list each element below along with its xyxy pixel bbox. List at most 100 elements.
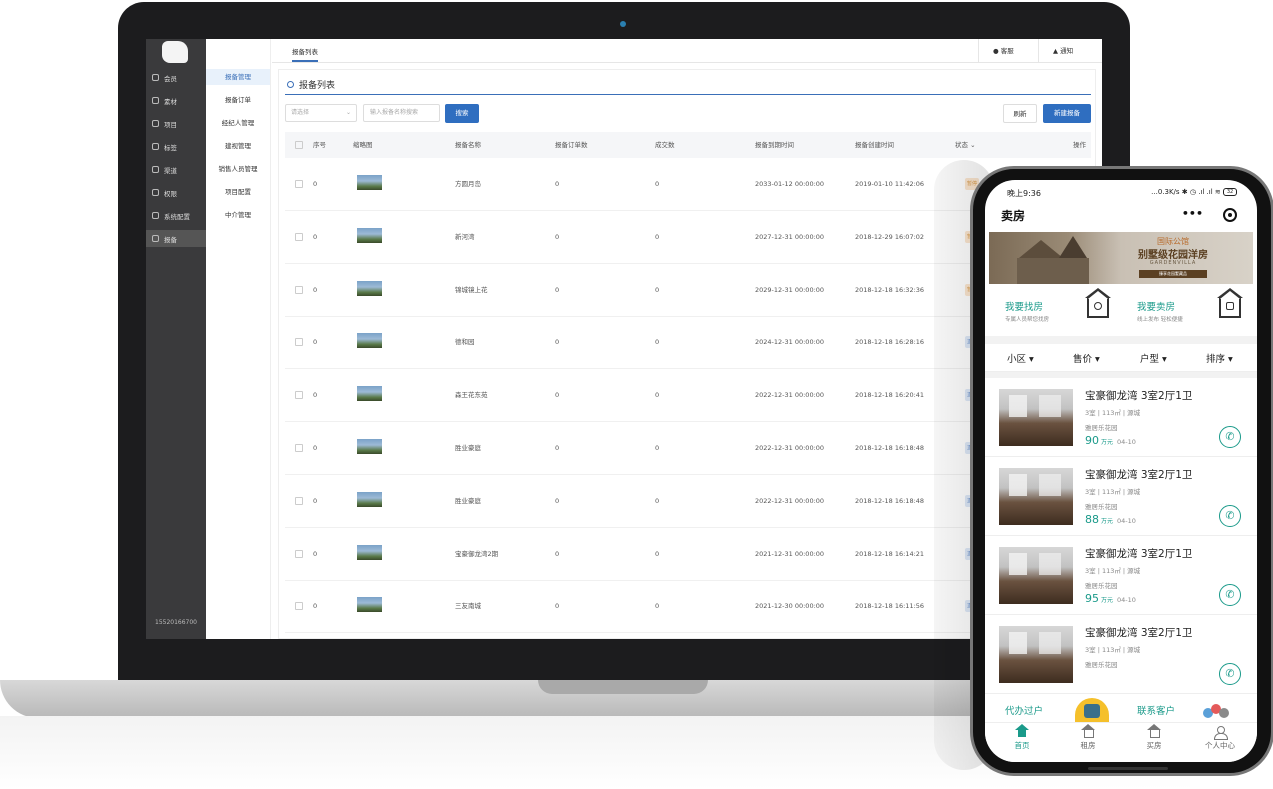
subnav-item-0[interactable]: 报备管理 [206,69,270,85]
cell-expire: 2021-12-31 00:00:00 [755,549,825,558]
transfer-link[interactable]: 代办过户 [1005,703,1043,717]
service-label: 客服 [1000,47,1014,55]
row-checkbox[interactable] [295,180,303,188]
refresh-button[interactable]: 刷新 [1003,104,1037,123]
listing-price: 88 万元 04-10 [1085,513,1136,526]
subnav-item-6[interactable]: 中介管理 [206,207,270,223]
col-thumb: 缩略图 [353,141,373,149]
promo-banner[interactable]: 国际公馆 别墅级花园洋房 GARDENVILLA 臻享花园墅藏品 [989,232,1253,284]
banner-line4: 臻享花园墅藏品 [1139,270,1207,278]
create-report-button[interactable]: 新建报备 [1043,104,1091,123]
service-button[interactable]: ● 客服 [978,39,1028,63]
user-icon [1214,726,1228,740]
notify-label: 通知 [1060,47,1074,55]
row-checkbox[interactable] [295,444,303,452]
status-select[interactable]: 请选择 ⌄ [285,104,357,122]
cell-deals: 0 [655,444,660,452]
cell-index: 0 [313,602,318,611]
home-icon [1015,724,1029,738]
cell-index: 0 [313,338,318,347]
subnav-item-4[interactable]: 销售人员管理 [206,161,270,177]
cell-index: 0 [313,549,318,558]
row-checkbox[interactable] [295,391,303,400]
status-network: ...0.3K/s ✱ ◷ .ıl .ıl ≋ [1151,188,1221,196]
sidebar-item-4[interactable]: 渠道 [146,161,206,178]
sidebar-item-5[interactable]: 权限 [146,184,206,201]
row-thumbnail [357,544,382,560]
sell-house-card[interactable]: 我要卖房 线上发布 轻松便捷 [1123,284,1257,336]
search-input[interactable]: 输入报备名称搜索 [363,104,440,122]
contact-client-link[interactable]: 联系客户 [1137,703,1175,717]
row-checkbox[interactable] [295,602,303,611]
cell-created: 2018-12-18 16:28:16 [855,338,925,347]
sidebar-item-1[interactable]: 素材 [146,92,206,109]
cell-index: 0 [313,285,318,294]
listing-item[interactable]: 宝豪御龙湾 3室2厅1卫 3室 | 113㎡ | 源城 雅居乐花园 95 万元 04-10… [985,536,1257,615]
filter-sort[interactable]: 排序 ▾ [1206,351,1233,365]
filter-price[interactable]: 售价 ▾ [1073,351,1100,365]
tab-home[interactable]: 首页 [997,723,1047,762]
listing-community: 雅居乐花园 [1085,424,1118,432]
cell-orders: 0 [555,444,560,452]
sidebar-item-0[interactable]: 会员 [146,69,206,86]
listing-item[interactable]: 宝豪御龙湾 3室2厅1卫 3室 | 113㎡ | 源城 雅居乐花园 ✆ [985,615,1257,694]
find-house-card[interactable]: 我要找房 专属人员帮您找房 [991,284,1127,336]
member-icon [152,74,159,81]
listing-community: 雅居乐花园 [1085,503,1118,511]
subnav-item-2[interactable]: 经纪人管理 [206,115,270,131]
listing-date: 04-10 [1117,438,1136,446]
filter-layout[interactable]: 户型 ▾ [1140,351,1167,365]
tab-buy[interactable]: 买房 [1129,723,1179,762]
notify-button[interactable]: ▲ 通知 [1038,39,1102,63]
laptop-notch [538,680,708,694]
chevron-down-icon: ⌄ [345,109,351,116]
listing-spec: 3室 | 113㎡ | 源城 [1085,488,1141,496]
row-checkbox[interactable] [295,549,303,558]
sidebar-item-3[interactable]: 标签 [146,138,206,155]
tab-buy-label: 买房 [1146,741,1162,750]
close-miniapp-icon[interactable] [1223,208,1237,222]
sidebar-item-2[interactable]: 项目 [146,115,206,132]
phone-call-icon[interactable]: ✆ [1219,426,1241,448]
search-button[interactable]: 搜索 [445,104,479,123]
rent-icon [1081,724,1095,738]
cell-name: 宝豪御龙湾2期 [455,549,499,558]
phone-call-icon[interactable]: ✆ [1219,505,1241,527]
tab-rent[interactable]: 租房 [1063,723,1113,762]
phone-call-icon[interactable]: ✆ [1219,663,1241,685]
listing-photo [999,547,1073,604]
col-status-label: 状态 [955,141,968,149]
cell-expire: 2029-12-31 00:00:00 [755,285,825,294]
channel-icon [152,166,159,173]
more-icon[interactable]: ••• [1182,207,1203,220]
cell-name: 德和园 [455,338,475,347]
cell-deals: 0 [655,602,660,611]
row-checkbox[interactable] [295,232,303,241]
listing-item[interactable]: 宝豪御龙湾 3室2厅1卫 3室 | 113㎡ | 源城 雅居乐花园 88 万元 04-10… [985,457,1257,536]
tab-profile[interactable]: 个人中心 [1195,723,1245,762]
phone-call-icon[interactable]: ✆ [1219,584,1241,606]
sidebar-item-6[interactable]: 系统配置 [146,207,206,224]
top-bar: 报备列表 ● 客服 ▲ 通知 [272,39,1102,63]
cell-created: 2019-01-10 11:42:06 [855,180,925,188]
listing-date: 04-10 [1117,517,1136,525]
subnav-item-3[interactable]: 建视管理 [206,138,270,154]
row-thumbnail [357,491,382,507]
row-checkbox[interactable] [295,338,303,347]
listing-item[interactable]: 宝豪御龙湾 3室2厅1卫 3室 | 113㎡ | 源城 雅居乐花园 90 万元 04-10… [985,378,1257,457]
subnav-item-1[interactable]: 报备订单 [206,92,270,108]
row-checkbox[interactable] [295,285,303,294]
tab-report-list[interactable]: 报备列表 [292,46,318,62]
listing-photo [999,626,1073,683]
filter-community[interactable]: 小区 ▾ [1007,351,1034,365]
col-status[interactable]: 状态 ⌄ [955,132,976,158]
row-checkbox[interactable] [295,496,303,505]
tab-rent-label: 租房 [1080,741,1096,750]
cell-expire: 2033-01-12 00:00:00 [755,180,825,188]
sidebar-item-7[interactable]: 报备 [146,230,206,247]
subnav-item-5[interactable]: 项目配置 [206,184,270,200]
sidebar-item-label: 会员 [164,74,177,83]
listing-price-value: 90 [1085,434,1099,447]
select-all-checkbox[interactable] [295,141,303,149]
cell-expire: 2022-12-31 00:00:00 [755,496,825,505]
